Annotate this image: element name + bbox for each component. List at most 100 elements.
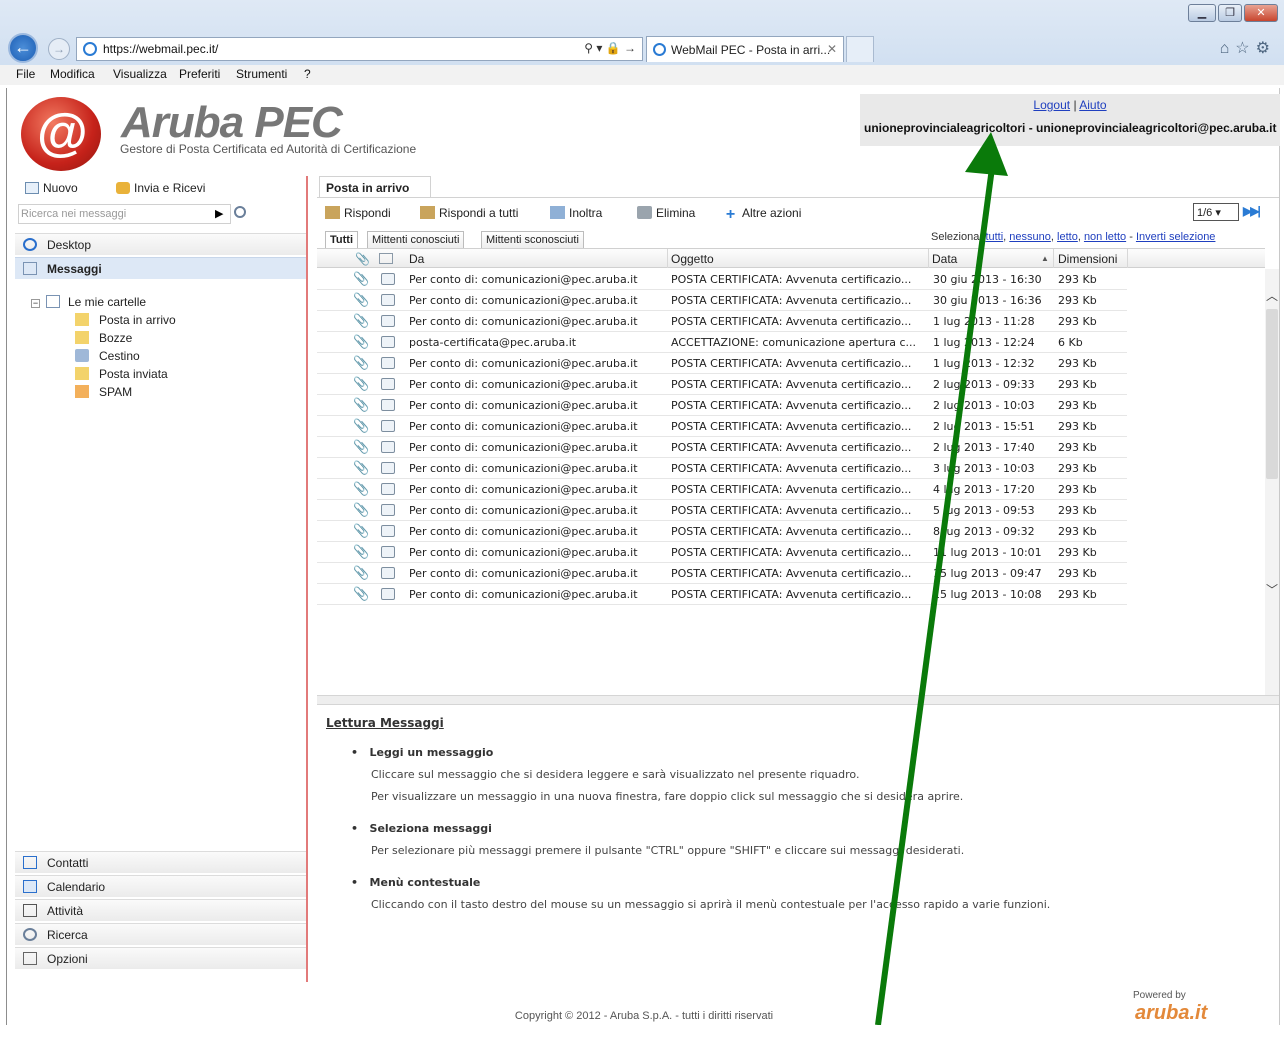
message-subject: POSTA CERTIFICATA: Avvenuta certificazio… [671,441,912,454]
message-date: 2 lug 2013 - 15:51 [933,420,1035,433]
search-input[interactable]: Ricerca nei messaggi [18,204,231,224]
delete-button[interactable]: Elimina [637,206,695,220]
message-date: 1 lug 2013 - 12:32 [933,357,1035,370]
nav-ricerca[interactable]: Ricerca [15,923,306,945]
folder-label: Bozze [99,331,133,345]
help-link[interactable]: Aiuto [1079,98,1106,112]
menu-strumenti[interactable]: Strumenti [236,67,287,81]
menu-preferiti[interactable]: Preferiti [179,67,220,81]
message-row[interactable]: 📎 Per conto di: comunicazioni@pec.aruba.i… [317,311,1127,332]
tab-title[interactable]: WebMail PEC - Posta in arri... [671,43,830,57]
browser-tab[interactable]: WebMail PEC - Posta in arri... ✕ [646,36,844,62]
page-select[interactable]: 1/6 ▾ [1193,203,1239,221]
select-none-link[interactable]: nessuno [1009,231,1051,243]
message-row[interactable]: 📎 Per conto di: comunicazioni@pec.aruba.i… [317,395,1127,416]
sent-folder-icon [75,367,89,380]
collapse-icon[interactable]: − [31,299,40,308]
column-size[interactable]: Dimensioni [1058,252,1117,266]
nav-desktop[interactable]: Desktop [15,233,306,255]
menu-visualizza[interactable]: Visualizza [113,67,167,81]
logo-tagline: Gestore di Posta Certificata ed Autorità… [120,142,417,156]
forward-mail-button[interactable]: Inoltra [550,206,602,220]
nav-attivita[interactable]: Attività [15,899,306,921]
home-favorites-tools-icons[interactable]: ⌂☆⚙ [1220,38,1276,58]
message-row[interactable]: 📎 Per conto di: comunicazioni@pec.aruba.i… [317,521,1127,542]
envelope-icon [381,441,395,453]
new-tab-button[interactable] [846,36,874,62]
search-icon[interactable] [234,206,246,218]
reply-all-button[interactable]: Rispondi a tutti [420,206,518,220]
menu-file[interactable]: File [16,67,35,81]
message-row[interactable]: 📎 Per conto di: comunicazioni@pec.aruba.i… [317,353,1127,374]
back-button[interactable]: ← [8,33,38,63]
nav-contatti[interactable]: Contatti [15,851,306,873]
tree-root[interactable]: − Le mie cartelle [31,295,146,309]
search-go-icon[interactable]: ▶ [215,207,223,220]
message-row[interactable]: 📎 Per conto di: comunicazioni@pec.aruba.i… [317,290,1127,311]
message-row[interactable]: 📎 Per conto di: comunicazioni@pec.aruba.i… [317,374,1127,395]
scroll-up-icon[interactable]: ︿ [1265,287,1279,304]
aruba-logo-icon [21,97,101,171]
select-read-link[interactable]: letto [1057,231,1078,243]
scroll-thumb[interactable] [1266,309,1278,479]
select-all-link[interactable]: tutti [985,231,1003,243]
message-row[interactable]: 📎 Per conto di: comunicazioni@pec.aruba.i… [317,269,1127,290]
reply-button[interactable]: Rispondi [325,206,391,220]
message-row[interactable]: 📎 Per conto di: comunicazioni@pec.aruba.i… [317,584,1127,605]
tab-close-icon[interactable]: ✕ [827,42,837,56]
folder-drafts[interactable]: Bozze [75,331,132,345]
nav-opzioni[interactable]: Opzioni [15,947,306,969]
folder-sent[interactable]: Posta inviata [75,367,168,381]
folder-trash[interactable]: Cestino [75,349,140,363]
menu-modifica[interactable]: Modifica [50,67,95,81]
column-from[interactable]: Da [409,252,424,266]
menu-help[interactable]: ? [304,67,311,81]
column-subject[interactable]: Oggetto [671,252,714,266]
message-size: 293 Kb [1058,483,1097,496]
subtab-known[interactable]: Mittenti conosciuti [367,231,465,249]
message-row[interactable]: 📎 Per conto di: comunicazioni@pec.aruba.i… [317,479,1127,500]
address-bar[interactable]: https://webmail.pec.it/ ⚲ ▾ 🔒 → [76,37,643,61]
scroll-down-icon[interactable]: ﹀ [1265,581,1279,598]
nav-messaggi[interactable]: Messaggi [15,257,306,279]
subtab-unknown[interactable]: Mittenti sconosciuti [481,231,584,249]
message-row[interactable]: 📎 posta-certificata@pec.aruba.it ACCETTAZI… [317,332,1127,353]
status-column-icon[interactable] [379,253,393,264]
column-separator [928,249,929,268]
address-tools[interactable]: ⚲ ▾ 🔒 → [584,41,636,55]
pane-splitter[interactable] [317,695,1279,705]
paperclip-icon: 📎 [353,461,370,476]
more-actions-label: Altre azioni [742,206,802,220]
sort-icon[interactable]: ▲ [1041,254,1049,263]
message-row[interactable]: 📎 Per conto di: comunicazioni@pec.aruba.i… [317,437,1127,458]
address-url[interactable]: https://webmail.pec.it/ [103,42,218,56]
nav-calendario[interactable]: Calendario [15,875,306,897]
subtab-all[interactable]: Tutti [325,231,359,249]
message-row[interactable]: 📎 Per conto di: comunicazioni@pec.aruba.i… [317,542,1127,563]
message-row[interactable]: 📎 Per conto di: comunicazioni@pec.aruba.i… [317,563,1127,584]
close-window-button[interactable]: ✕ [1244,4,1278,22]
message-row[interactable]: 📎 Per conto di: comunicazioni@pec.aruba.i… [317,416,1127,437]
message-row[interactable]: 📎 Per conto di: comunicazioni@pec.aruba.i… [317,500,1127,521]
folder-inbox[interactable]: Posta in arrivo [75,313,176,327]
new-button[interactable]: Nuovo [25,181,78,195]
tab-inbox[interactable]: Posta in arrivo [319,176,431,198]
attachment-column-icon[interactable]: 📎 [355,252,370,266]
message-list-scrollbar[interactable]: ︿ ﹀ [1265,269,1279,695]
maximize-button[interactable]: ❐ [1218,4,1242,22]
aruba-it-logo[interactable]: aruba.it [1135,1002,1207,1025]
logout-link[interactable]: Logout [1033,98,1070,112]
select-unread-link[interactable]: non letto [1084,231,1126,243]
folder-spam[interactable]: SPAM [75,385,132,399]
forward-button[interactable]: → [48,38,70,60]
invert-selection-link[interactable]: Inverti selezione [1136,231,1216,243]
send-receive-button[interactable]: Invia e Ricevi [116,181,205,195]
message-row[interactable]: 📎 Per conto di: comunicazioni@pec.aruba.i… [317,458,1127,479]
delete-label: Elimina [656,206,696,220]
message-from: Per conto di: comunicazioni@pec.aruba.it [409,546,638,559]
column-date[interactable]: Data [932,252,957,266]
more-actions-button[interactable]: + Altre azioni [723,206,802,223]
message-list: 📎 Per conto di: comunicazioni@pec.aruba.i… [317,269,1265,695]
minimize-button[interactable]: ▁ [1188,4,1216,22]
next-page-icon[interactable]: ▶▶| [1243,204,1261,218]
